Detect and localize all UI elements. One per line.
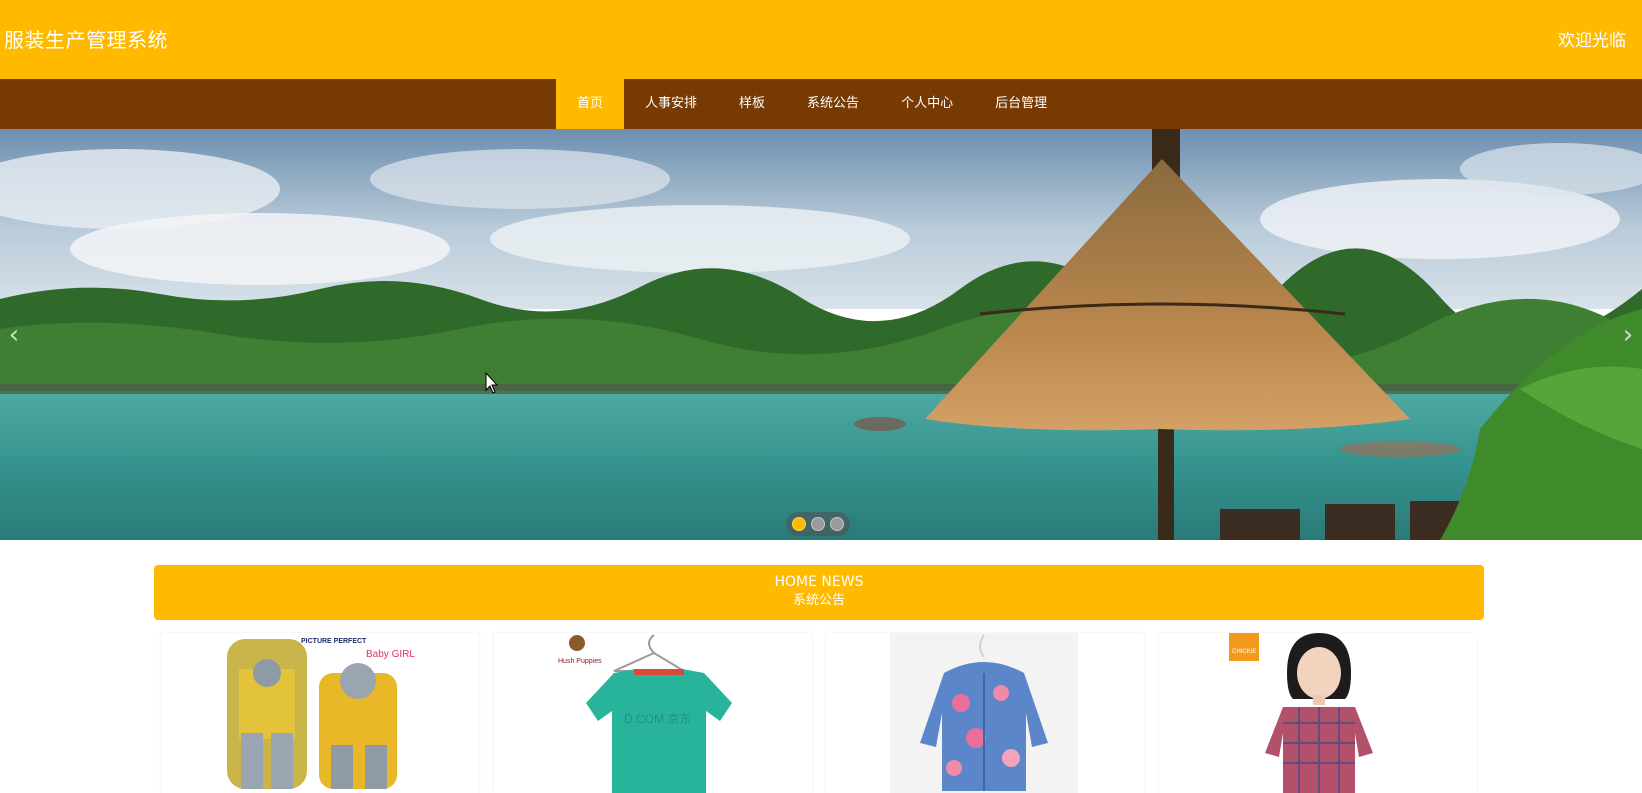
brand-text: CHICKIE [1232,649,1256,655]
product-image-floral-jacket [890,633,1079,793]
news-title-en: HOME NEWS [774,574,864,590]
nav-item-samples[interactable]: 样板 [718,79,786,129]
header-bar: 服装生产管理系统 欢迎光临 [0,0,1642,79]
nav-item-admin[interactable]: 后台管理 [974,79,1068,129]
product-card[interactable]: D.COM 京东 Hush Puppies [493,633,812,793]
brand-text: PICTURE PERFECT [301,638,367,645]
carousel-next-icon[interactable]: › [1616,319,1640,351]
carousel-prev-icon[interactable]: ‹ [2,319,26,351]
nav-item-profile[interactable]: 个人中心 [880,79,974,129]
product-image-girl-plaid-shirt: CHICKIE [1228,633,1373,793]
nav-item-personnel[interactable]: 人事安排 [624,79,718,129]
product-image-kids-outfit: PICTURE PERFECT Baby GIRL [227,638,415,789]
news-section-header: HOME NEWS 系统公告 [154,565,1484,620]
news-title-cn: 系统公告 [792,593,845,608]
main-nav: 首页 人事安排 样板 系统公告 个人中心 后台管理 [0,79,1642,129]
nav-item-announcements[interactable]: 系统公告 [786,79,880,129]
carousel-indicators [786,512,850,536]
product-card[interactable] [826,633,1145,793]
welcome-text: 欢迎光临 [1558,31,1626,51]
carousel-dot-1[interactable] [792,517,807,531]
carousel-dot-3[interactable] [829,517,844,531]
site-title: 服装生产管理系统 [4,28,168,52]
carousel-slide-image [0,129,1642,540]
product-card[interactable]: PICTURE PERFECT Baby GIRL [161,633,479,793]
carousel[interactable]: ‹ › [0,129,1642,540]
mouse-cursor-icon [485,372,499,394]
product-grid: PICTURE PERFECT Baby GIRL D.COM 京东 Hush … [161,633,1477,793]
tag-text: Baby GIRL [366,649,415,660]
product-image-teal-tshirt: D.COM 京东 Hush Puppies [558,633,732,793]
brand-text: Hush Puppies [558,658,602,665]
nav-item-home[interactable]: 首页 [556,79,625,129]
svg-text:D.COM 京东: D.COM 京东 [624,712,691,726]
carousel-dot-2[interactable] [810,517,825,531]
nav-list: 首页 人事安排 样板 系统公告 个人中心 后台管理 [556,79,1068,129]
product-card[interactable]: CHICKIE [1158,633,1477,793]
